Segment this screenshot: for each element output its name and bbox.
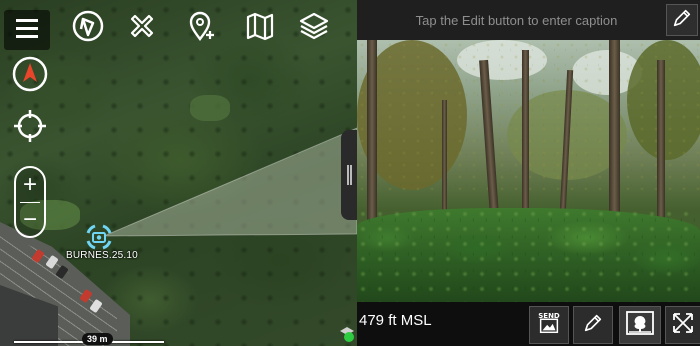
zoom-out-button[interactable]: −	[16, 203, 44, 237]
gps-status-indicator	[338, 325, 356, 343]
layers-button[interactable]	[294, 8, 334, 48]
zoom-in-button[interactable]: +	[16, 168, 44, 202]
compass-rose-button[interactable]	[68, 8, 108, 48]
map-button[interactable]	[240, 8, 280, 48]
expand-icon	[671, 311, 695, 340]
send-label: SEND	[538, 312, 560, 320]
photo-view-button[interactable]	[619, 306, 661, 344]
clearing	[190, 95, 230, 121]
zoom-control: + −	[14, 166, 46, 238]
compass-rose-icon	[71, 9, 105, 48]
cross-icon	[125, 9, 159, 48]
pencil-icon	[582, 312, 604, 339]
edit-caption-button[interactable]	[666, 4, 698, 36]
crosshair-icon	[12, 108, 48, 149]
leaf-texture	[357, 208, 700, 302]
forest-photo[interactable]	[357, 40, 700, 302]
caption-placeholder[interactable]: Tap the Edit button to enter caption	[357, 13, 666, 28]
menu-icon	[10, 11, 44, 50]
tree-photo-icon	[625, 310, 655, 341]
fullscreen-button[interactable]	[665, 306, 700, 344]
gps-status-icon	[338, 327, 356, 346]
grip-icon	[346, 165, 352, 185]
tree-trunk	[367, 40, 377, 230]
tree-trunk	[609, 40, 620, 235]
menu-button[interactable]	[4, 10, 50, 50]
folded-map-icon	[243, 9, 277, 48]
photo-panel: Tap the Edit button to enter caption 479…	[357, 0, 700, 346]
panel-resize-handle[interactable]	[341, 130, 357, 220]
scale-label: 39 m	[82, 333, 113, 345]
altitude-label: 479 ft MSL	[359, 312, 432, 329]
north-arrow-icon	[12, 56, 48, 97]
tree-trunk	[522, 50, 529, 230]
marker-label: BURNES.25.10	[66, 250, 138, 261]
layers-icon	[297, 9, 331, 48]
pencil-icon	[671, 7, 693, 34]
locate-me-button[interactable]	[12, 108, 48, 149]
caption-bar: Tap the Edit button to enter caption	[357, 0, 700, 40]
photo-marker[interactable]	[84, 222, 114, 252]
send-button[interactable]: SEND	[529, 306, 569, 344]
annotate-button[interactable]	[573, 306, 613, 344]
cross-tool-button[interactable]	[122, 8, 162, 48]
north-arrow-button[interactable]	[12, 56, 48, 97]
map-view[interactable]: + − BURNES.25.10 39 m	[0, 0, 357, 346]
add-location-pin-icon	[185, 9, 219, 48]
add-location-button[interactable]	[182, 8, 222, 48]
